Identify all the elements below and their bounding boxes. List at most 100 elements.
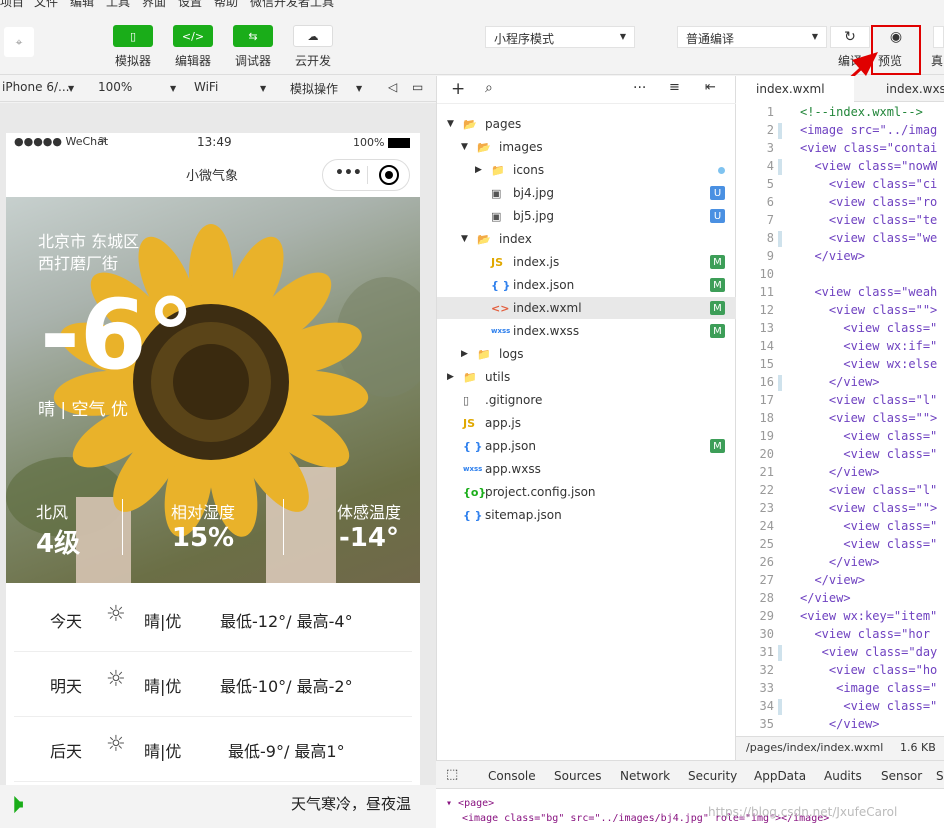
line-number: 7 <box>766 213 774 227</box>
file-tree-item[interactable]: ▶ 📁 icons <box>437 159 737 181</box>
collapse-icon[interactable]: ⇤ <box>705 80 716 95</box>
tab-audits[interactable]: Audits <box>824 769 862 783</box>
js-file-icon: JS <box>491 255 504 269</box>
menu-item[interactable]: 设置 <box>178 0 202 8</box>
file-tree-item[interactable]: wxss index.wxss M <box>437 320 737 342</box>
file-tree-item[interactable]: ▶ 📁 utils <box>437 366 737 388</box>
debugger-label: 调试器 <box>234 54 271 68</box>
real-device-button[interactable] <box>933 26 944 48</box>
file-tree-item[interactable]: JS index.js M <box>437 251 737 273</box>
volume-icon[interactable]: ◁ <box>388 80 397 94</box>
mode-select[interactable]: 小程序模式 ▼ <box>485 26 635 48</box>
menu-item[interactable]: 编辑 <box>70 0 94 8</box>
file-tree-item[interactable]: { } index.json M <box>437 274 737 296</box>
change-marker <box>778 645 782 661</box>
chevron-down-icon: ▼ <box>356 84 363 93</box>
file-tree-item[interactable]: { } app.json M <box>437 435 737 457</box>
file-icon: ▯ <box>463 393 470 407</box>
menu-item[interactable]: 项目 <box>0 0 24 8</box>
real-device-label: 真 <box>931 54 944 68</box>
location-city: 北京市 东城区 <box>38 232 140 251</box>
line-number: 12 <box>759 303 774 317</box>
chevron-down-icon[interactable]: ▼ <box>461 142 468 152</box>
tab-console[interactable]: Console <box>488 769 536 783</box>
line-number: 26 <box>759 555 774 569</box>
git-status-badge: M <box>710 278 725 292</box>
file-tree-item[interactable]: ▼ 📂 pages <box>437 113 737 135</box>
code-line: <view class="l" <box>800 483 938 497</box>
file-tree-item[interactable]: ▼ 📂 images <box>437 136 737 158</box>
chevron-down-icon[interactable]: ▼ <box>447 119 454 129</box>
line-number: 19 <box>759 429 774 443</box>
debugger-button[interactable]: ⇆ <box>233 25 273 47</box>
line-number: 15 <box>759 357 774 371</box>
menu-item[interactable]: 文件 <box>34 0 58 8</box>
simulator-button[interactable]: ▯ <box>113 25 153 47</box>
simulate-select[interactable]: 模拟操作 <box>290 80 338 97</box>
more-icon[interactable]: ••• <box>335 165 362 181</box>
file-tree-item[interactable]: ▶ 📁 logs <box>437 343 737 365</box>
chevron-right-icon[interactable]: ▶ <box>475 165 482 175</box>
folder-icon: 📁 <box>463 370 477 384</box>
add-icon[interactable]: + <box>451 79 465 99</box>
tab-index-wxml[interactable]: index.wxml <box>736 76 854 102</box>
menu-item[interactable]: 界面 <box>142 0 166 8</box>
code-area[interactable]: 1 <!--index.wxml--> 2 <image src="../imag 3 <… <box>736 103 944 733</box>
file-path: /pages/index/index.wxml <box>746 741 884 754</box>
forecast-range: 最低-12°/ 最高-4° <box>220 612 353 631</box>
tab-network[interactable]: Network <box>620 769 670 783</box>
file-tree-item[interactable]: wxss app.wxss <box>437 458 737 480</box>
folder-icon: 📁 <box>491 163 505 177</box>
editor-label: 编辑器 <box>174 54 211 68</box>
battery-icon <box>388 138 410 148</box>
stat-divider <box>122 499 123 555</box>
dom-node-page[interactable]: ▾ <page> <box>446 798 494 809</box>
menu-item[interactable]: 微信开发者工具 <box>250 0 334 8</box>
code-line: </view> <box>800 573 866 587</box>
file-tree-item[interactable]: JS app.js <box>437 412 737 434</box>
inspect-icon[interactable]: ⬚ <box>446 767 458 782</box>
device-select[interactable]: iPhone 6/... <box>2 80 69 94</box>
menu-item[interactable]: 工具 <box>106 0 130 8</box>
tab-index-wxss[interactable]: index.wxs <box>868 76 944 102</box>
file-tree-item[interactable]: ▼ 📂 index <box>437 228 737 250</box>
tab-more[interactable]: S <box>936 769 944 783</box>
file-tree-item[interactable]: ▣ bj4.jpg U <box>437 182 737 204</box>
code-line: <view class="nowW <box>800 159 938 173</box>
menu-item[interactable]: 帮助 <box>214 0 238 8</box>
avatar[interactable]: ⌖ <box>4 27 34 57</box>
window-icon[interactable]: ▭ <box>412 80 423 94</box>
line-number: 28 <box>759 591 774 605</box>
code-line: <view class="we <box>800 231 938 245</box>
code-line: <view class="te <box>800 213 938 227</box>
speaker-icon[interactable]: 🕨 <box>6 787 24 821</box>
more-icon[interactable]: ··· <box>633 80 646 96</box>
search-icon[interactable]: ⌕ <box>485 80 493 96</box>
line-number: 24 <box>759 519 774 533</box>
chevron-down-icon: ▼ <box>619 32 626 41</box>
network-select[interactable]: WiFi <box>194 80 218 94</box>
file-tree-item[interactable]: ▯ .gitignore <box>437 389 737 411</box>
cloud-button[interactable]: ☁ <box>293 25 333 47</box>
chevron-right-icon[interactable]: ▶ <box>461 349 468 359</box>
zoom-select[interactable]: 100% <box>98 80 132 94</box>
editor-button[interactable]: </> <box>173 25 213 47</box>
humidity-label: 相对湿度 <box>170 503 235 522</box>
folder-open-icon: 📂 <box>463 117 477 131</box>
file-tree-item[interactable]: {o} project.config.json <box>437 481 737 503</box>
line-number: 2 <box>766 123 774 137</box>
chevron-right-icon[interactable]: ▶ <box>447 372 454 382</box>
tab-security[interactable]: Security <box>688 769 737 783</box>
tab-appdata[interactable]: AppData <box>754 769 806 783</box>
close-icon[interactable] <box>379 165 399 185</box>
file-tree-item[interactable]: ▣ bj5.jpg U <box>437 205 737 227</box>
file-tree-item[interactable]: <> index.wxml M <box>437 297 737 319</box>
code-line: <view class="ho <box>800 663 938 677</box>
code-line: <view class=""> <box>800 303 938 317</box>
tab-sources[interactable]: Sources <box>554 769 601 783</box>
file-tree-item[interactable]: { } sitemap.json <box>437 504 737 526</box>
tab-sensor[interactable]: Sensor <box>881 769 922 783</box>
file-tree-label: index.wxss <box>513 324 580 338</box>
chevron-down-icon[interactable]: ▼ <box>461 234 468 244</box>
sort-icon[interactable]: ≡ <box>669 80 680 95</box>
